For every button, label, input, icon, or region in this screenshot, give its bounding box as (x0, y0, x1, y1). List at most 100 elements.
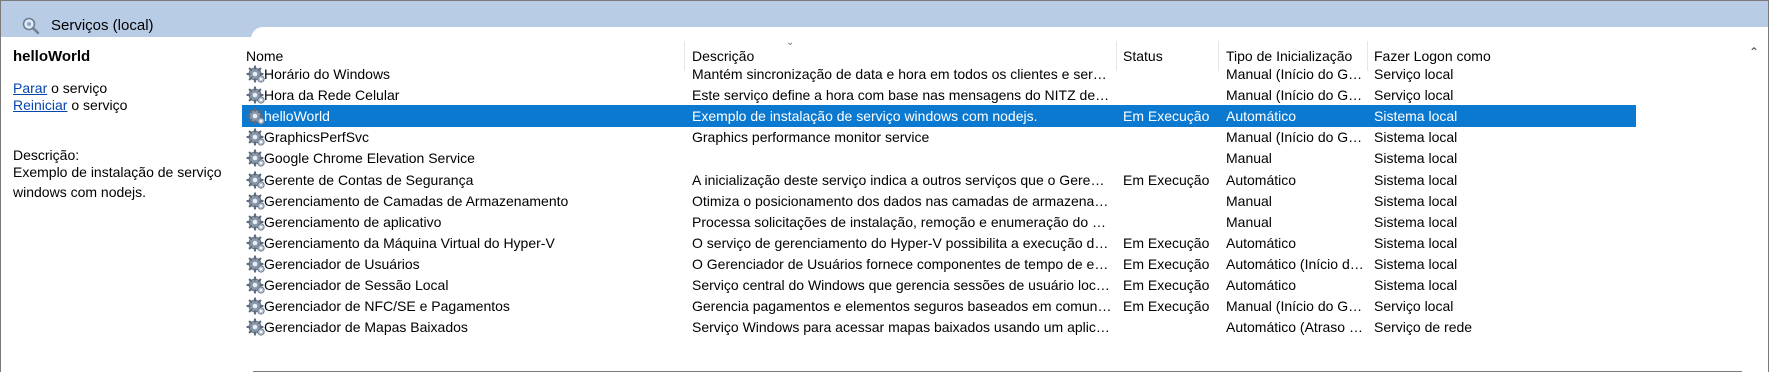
service-name-cell: Hora da Rede Celular (264, 87, 400, 104)
service-logon-cell: Serviço local (1374, 298, 1454, 315)
service-description-cell: A inicialização deste serviço indica a o… (692, 171, 1112, 188)
service-logon-cell: Sistema local (1374, 171, 1458, 188)
service-logon-cell: Serviço de rede (1374, 319, 1473, 336)
service-gear-icon (246, 191, 266, 211)
column-header-description[interactable]: Descrição (692, 48, 754, 64)
services-tab[interactable]: Serviços (local) (9, 10, 259, 38)
service-description-cell: O serviço de gerenciamento do Hyper-V po… (692, 234, 1112, 251)
service-gear-icon (246, 127, 266, 147)
service-status-cell: Em Execução (1123, 255, 1210, 272)
service-logon-cell: Serviço local (1374, 87, 1454, 104)
service-gear-icon (246, 85, 266, 105)
service-name-cell: Gerenciamento da Máquina Virtual do Hype… (264, 234, 555, 251)
service-startup-cell: Manual (Início do Gat... (1226, 129, 1366, 146)
service-status-cell: Em Execução (1123, 277, 1210, 293)
column-header-logon-as[interactable]: Fazer Logon como (1374, 48, 1491, 64)
service-description-cell: Gerencia pagamentos e elementos seguros … (692, 298, 1112, 315)
service-row[interactable]: Gerenciador de Sessão Local Serviço centr… (242, 274, 1636, 296)
description-text: Exemplo de instalação de serviço windows… (13, 164, 222, 200)
service-gear-icon (246, 275, 266, 295)
service-name-cell: Horário do Windows (264, 66, 391, 82)
service-startup-cell: Automático (1226, 171, 1297, 188)
service-name-cell: Gerenciador de Sessão Local (264, 277, 449, 293)
left-pane: helloWorld Parar o serviço Reiniciar o s… (1, 37, 253, 372)
service-row[interactable]: Google Chrome Elevation Service Manual Sis… (242, 147, 1636, 169)
service-description-cell: Serviço Windows para acessar mapas baixa… (692, 319, 1112, 336)
service-gear-icon (246, 317, 266, 337)
restart-suffix: o serviço (67, 97, 128, 113)
service-name-cell: Gerenciador de NFC/SE e Pagamentos (264, 298, 510, 315)
service-status-cell: Em Execução (1123, 171, 1210, 188)
service-row[interactable]: Gerenciador de Usuários O Gerenciador de … (242, 253, 1636, 275)
service-logon-cell: Sistema local (1374, 255, 1458, 272)
column-header-startup-type[interactable]: Tipo de Inicialização (1226, 48, 1352, 64)
service-startup-cell: Automático (1226, 108, 1297, 125)
service-description-cell: Otimiza o posicionamento dos dados nas c… (692, 192, 1112, 209)
restart-service-link[interactable]: Reiniciar (13, 97, 67, 113)
service-gear-icon (246, 64, 266, 84)
services-list[interactable]: ⌄ Nome Descrição Status Tipo de Iniciali… (242, 37, 1740, 372)
service-status-cell: Em Execução (1123, 108, 1210, 125)
service-startup-cell: Manual (1226, 213, 1272, 230)
service-status-cell: Em Execução (1123, 298, 1210, 315)
service-name-cell: Gerenciador de Mapas Baixados (264, 319, 468, 336)
service-row[interactable]: Gerenciamento de aplicativo Processa soli… (242, 211, 1636, 233)
service-logon-cell: Sistema local (1374, 234, 1458, 251)
service-name-cell: helloWorld (264, 108, 330, 125)
service-logon-cell: Sistema local (1374, 213, 1458, 230)
service-startup-cell: Automático (Atraso n... (1226, 319, 1366, 336)
service-row[interactable]: Gerenciamento da Máquina Virtual do Hype… (242, 232, 1636, 254)
service-logon-cell: Sistema local (1374, 192, 1458, 209)
service-startup-cell: Manual (1226, 192, 1272, 209)
service-name-cell: Gerenciamento de aplicativo (264, 213, 442, 230)
service-description-cell: Mantém sincronização de data e hora em t… (692, 66, 1112, 82)
service-row[interactable]: helloWorld Exemplo de instalação de servi… (242, 105, 1636, 128)
service-startup-cell: Automático (Início do... (1226, 255, 1366, 272)
service-description-cell: Este serviço define a hora com base nas … (692, 87, 1112, 104)
service-gear-icon (246, 106, 266, 126)
selected-service-name: helloWorld (13, 48, 91, 65)
service-startup-cell: Automático (1226, 234, 1297, 251)
magnifier-gear-icon (22, 17, 40, 35)
service-gear-icon (246, 254, 266, 274)
service-name-cell: Google Chrome Elevation Service (264, 150, 475, 167)
service-description-cell: Processa solicitações de instalação, rem… (692, 213, 1112, 230)
service-row[interactable]: Gerenciador de NFC/SE e Pagamentos Gerenc… (242, 295, 1636, 317)
column-header-name[interactable]: Nome (246, 48, 283, 64)
service-status-cell: Em Execução (1123, 234, 1210, 251)
service-logon-cell: Sistema local (1374, 277, 1458, 293)
service-row[interactable]: GraphicsPerfSvc Graphics performance moni… (242, 126, 1636, 148)
service-row[interactable]: Gerente de Contas de Segurança A iniciali… (242, 169, 1636, 191)
service-name-cell: Gerenciador de Usuários (264, 255, 420, 272)
service-startup-cell: Manual (1226, 150, 1272, 167)
stop-suffix: o serviço (47, 80, 108, 96)
service-name-cell: Gerente de Contas de Segurança (264, 171, 474, 188)
service-description-cell: Serviço central do Windows que gerencia … (692, 277, 1112, 293)
service-row[interactable]: Horário do Windows Mantém sincronização d… (242, 63, 1636, 85)
service-row[interactable]: Gerenciador de Mapas Baixados Serviço Win… (242, 316, 1636, 338)
restart-action-line: Reiniciar o serviço (13, 97, 127, 113)
titlebar: Serviços (local) (1, 1, 1768, 39)
service-gear-icon (246, 170, 266, 190)
service-row[interactable]: Hora da Rede Celular Este serviço define … (242, 84, 1636, 106)
service-startup-cell: Manual (Início do Gat... (1226, 66, 1366, 82)
service-logon-cell: Sistema local (1374, 108, 1458, 125)
sort-chevron-icon: ⌄ (786, 37, 795, 48)
stop-action-line: Parar o serviço (13, 80, 107, 96)
service-name-cell: GraphicsPerfSvc (264, 129, 370, 146)
stop-service-link[interactable]: Parar (13, 80, 47, 96)
service-description-cell: Exemplo de instalação de serviço windows… (692, 108, 1038, 125)
window-title: Serviços (local) (51, 17, 154, 34)
vertical-scrollbar[interactable]: ⌃ (1742, 37, 1768, 372)
service-row[interactable]: Gerenciamento de Camadas de Armazenament… (242, 190, 1636, 212)
service-startup-cell: Manual (Início do Gat... (1226, 298, 1366, 315)
service-name-cell: Gerenciamento de Camadas de Armazenament… (264, 192, 569, 209)
service-gear-icon (246, 296, 266, 316)
service-startup-cell: Manual (Início do Gat... (1226, 87, 1366, 104)
scroll-up-icon[interactable]: ⌃ (1749, 45, 1759, 59)
column-header-status[interactable]: Status (1123, 48, 1163, 64)
description-label: Descrição: (13, 147, 80, 163)
service-gear-icon (246, 212, 266, 232)
service-logon-cell: Sistema local (1374, 150, 1458, 167)
service-gear-icon (246, 148, 266, 168)
